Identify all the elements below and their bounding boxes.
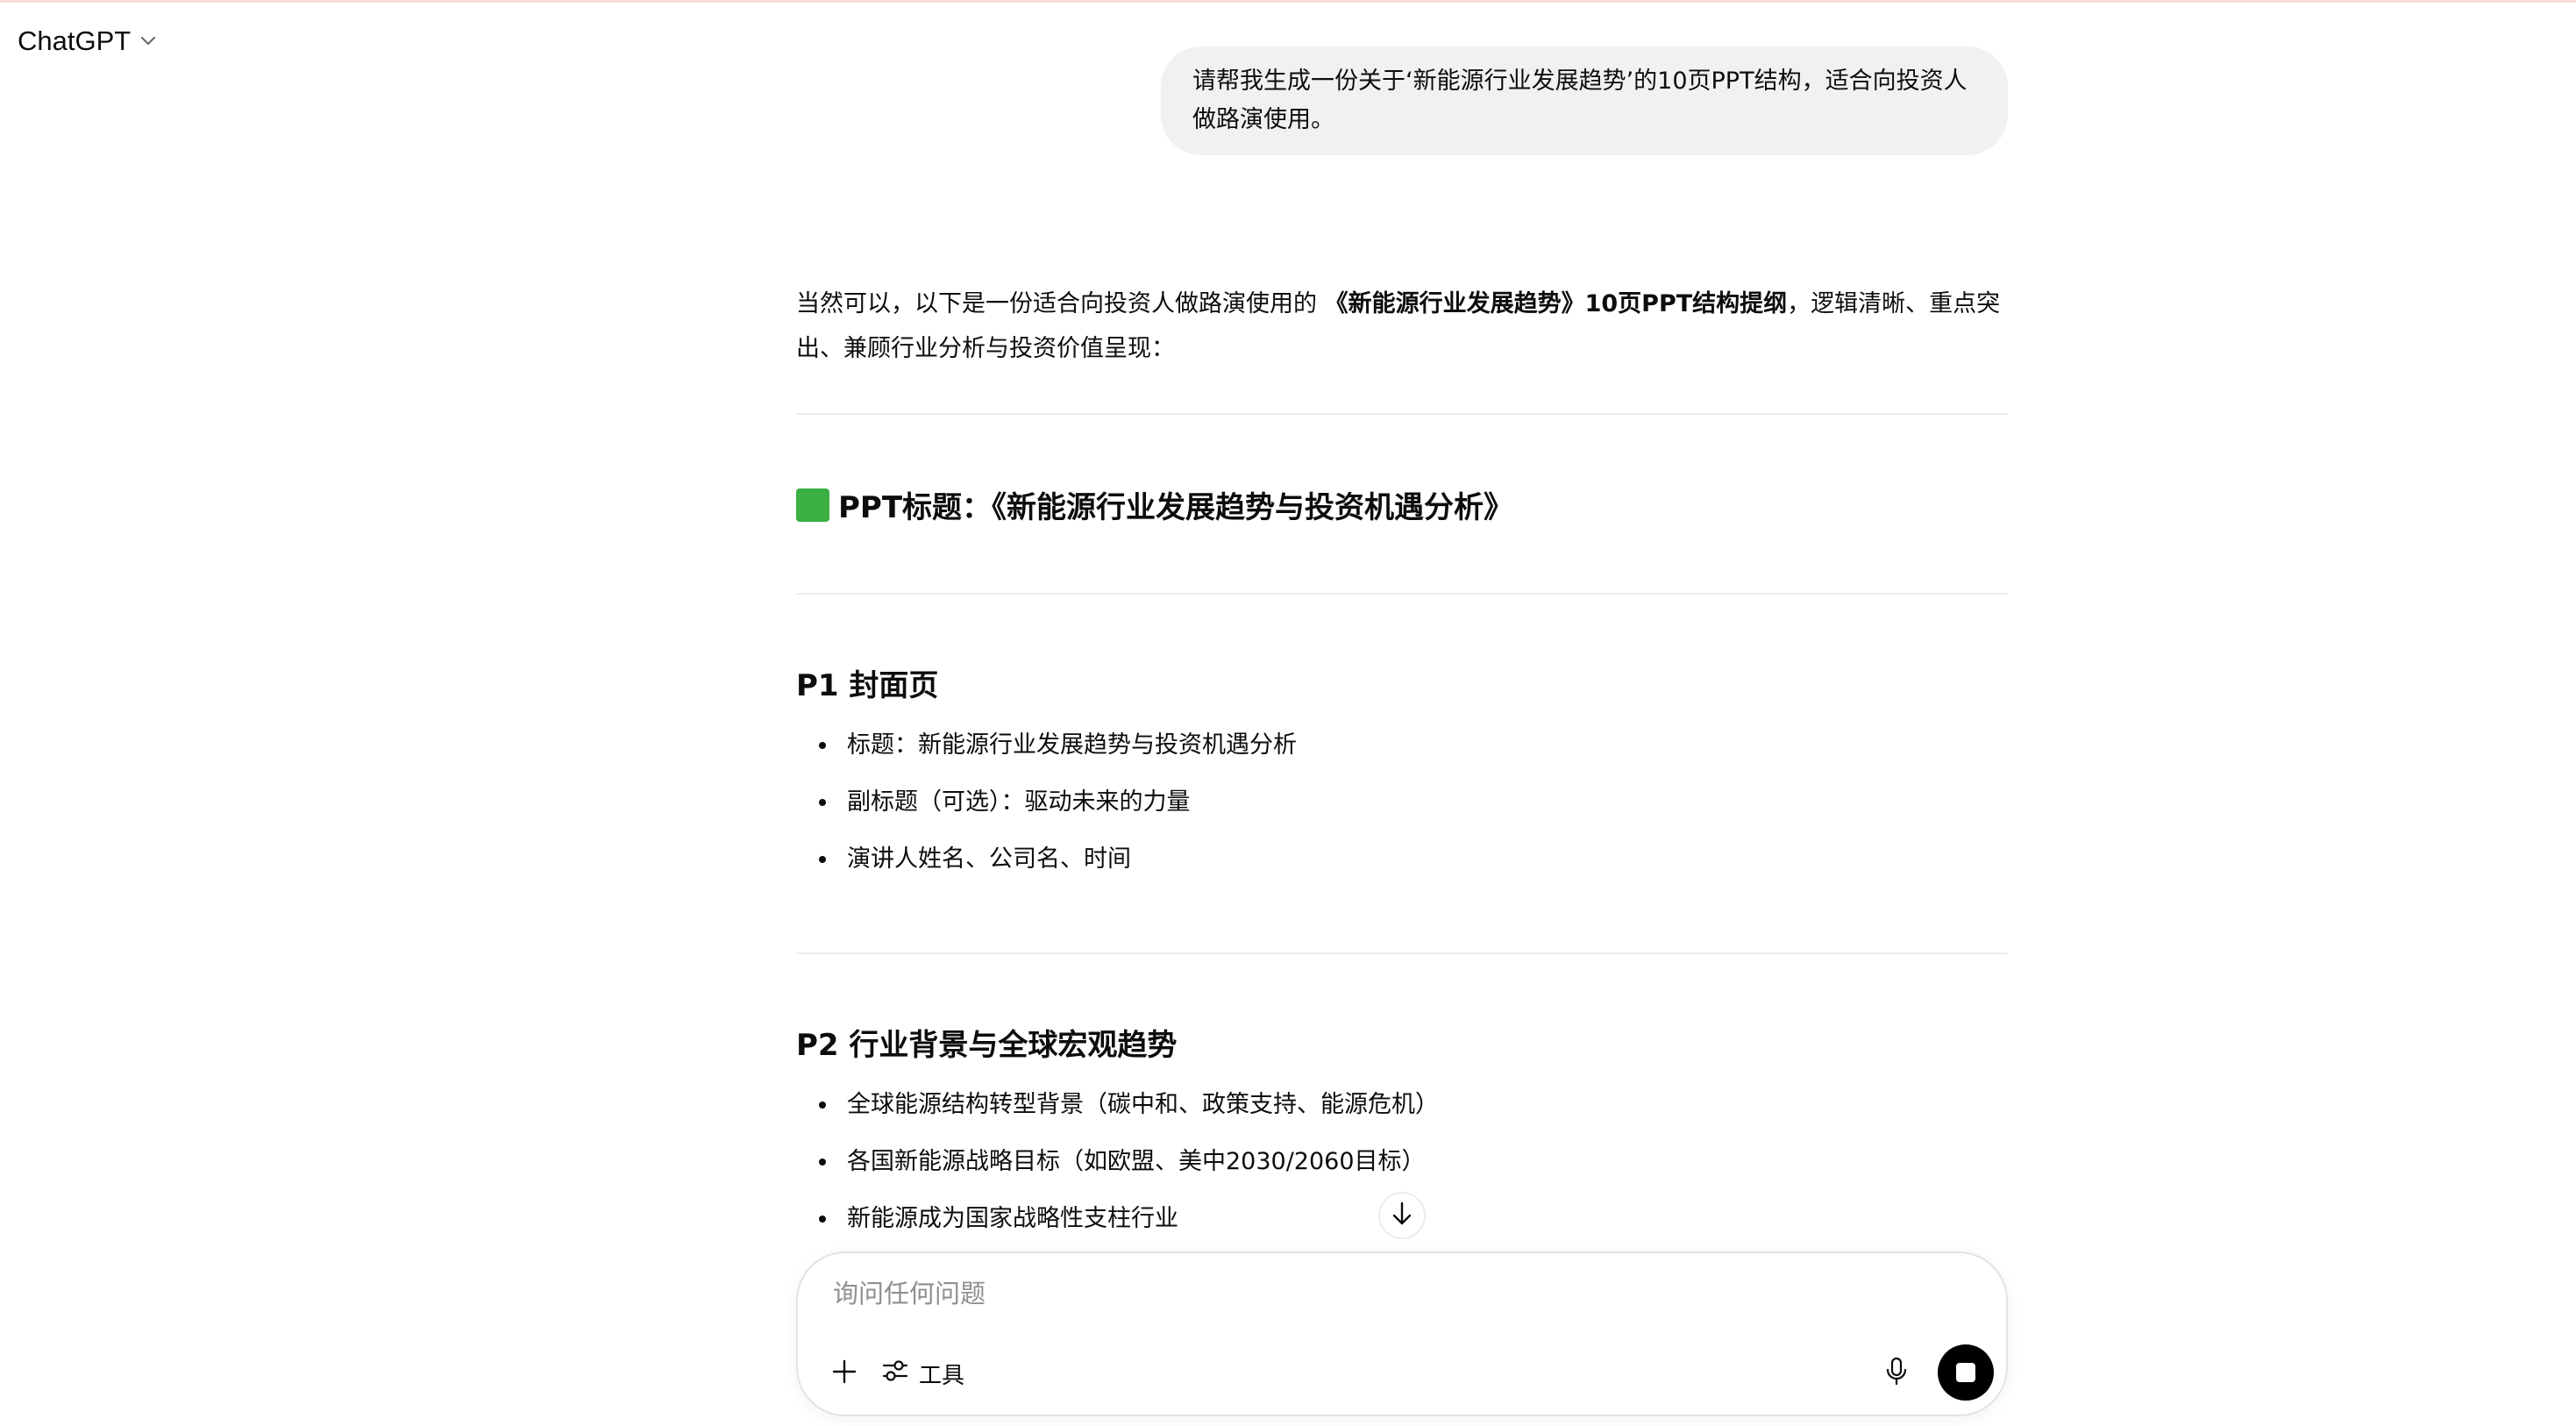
assistant-message: 当然可以，以下是一份适合向投资人做路演使用的 《新能源行业发展趋势》10页PPT… — [796, 282, 2008, 1247]
ppt-title-text: PPT标题：《新能源行业发展趋势与投资机遇分析》 — [838, 490, 1514, 525]
green-square-icon — [796, 488, 829, 522]
add-attachment-button[interactable] — [824, 1353, 865, 1394]
chat-page: ChatGPT 请帮我生成一份关于‘新能源行业发展趋势’的10页PPT结构，适合… — [0, 0, 2576, 1426]
user-message-bubble: 请帮我生成一份关于‘新能源行业发展趋势’的10页PPT结构，适合向投资人做路演使… — [1161, 46, 2008, 155]
composer: 工具 — [796, 1251, 2008, 1416]
ppt-title-heading: PPT标题：《新能源行业发展趋势与投资机遇分析》 — [796, 483, 2008, 526]
section-title-p2: P2 行业背景与全球宏观趋势 — [796, 1028, 1178, 1063]
section-divider — [796, 952, 2008, 954]
list-item: 副标题（可选）：驱动未来的力量 — [796, 774, 2008, 831]
scroll-down-button[interactable] — [1378, 1192, 1426, 1239]
intro-text-start: 当然可以，以下是一份适合向投资人做路演使用的 — [796, 290, 1317, 317]
list-item: 标题：新能源行业发展趋势与投资机遇分析 — [796, 717, 2008, 774]
list-item: 全球能源结构转型背景（碳中和、政策支持、能源危机） — [796, 1076, 2008, 1133]
section-divider — [796, 593, 2008, 595]
model-name: ChatGPT — [18, 25, 132, 56]
stop-icon — [1956, 1363, 1975, 1382]
section-divider — [796, 413, 2008, 415]
intro-bold-title: 《新能源行业发展趋势》10页PPT结构提纲 — [1324, 290, 1788, 317]
prompt-input[interactable] — [831, 1271, 1887, 1316]
tools-button[interactable]: 工具 — [882, 1353, 964, 1394]
arrow-down-icon — [1391, 1201, 1413, 1230]
sliders-icon — [882, 1358, 908, 1389]
stop-generating-button[interactable] — [1938, 1344, 1994, 1401]
microphone-icon — [1885, 1357, 1908, 1390]
model-switcher[interactable]: ChatGPT — [18, 25, 157, 57]
section-list-p1: 标题：新能源行业发展趋势与投资机遇分析 副标题（可选）：驱动未来的力量 演讲人姓… — [796, 717, 2008, 888]
section-title-p1: P1 封面页 — [796, 668, 939, 703]
chevron-down-icon — [139, 35, 157, 47]
voice-input-button[interactable] — [1876, 1353, 1917, 1394]
assistant-intro: 当然可以，以下是一份适合向投资人做路演使用的 《新能源行业发展趋势》10页PPT… — [796, 282, 2008, 371]
user-message-text: 请帮我生成一份关于‘新能源行业发展趋势’的10页PPT结构，适合向投资人做路演使… — [1192, 68, 1968, 133]
list-item: 演讲人姓名、公司名、时间 — [796, 831, 2008, 888]
tools-label: 工具 — [919, 1362, 965, 1389]
plus-icon — [831, 1358, 857, 1388]
list-item: 各国新能源战略目标（如欧盟、美中2030/2060目标） — [796, 1133, 2008, 1190]
